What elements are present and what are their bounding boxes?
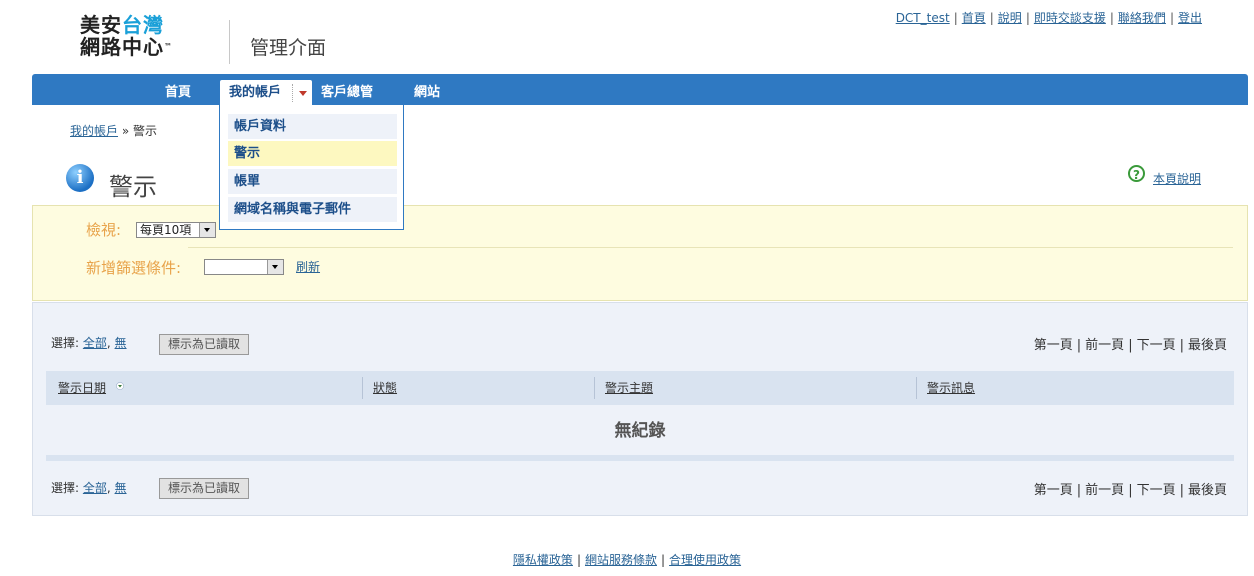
brand-line1-black: 美安 bbox=[80, 13, 122, 37]
alerts-list-panel: 選擇: 全部, 無 標示為已讀取 第一頁 | 前一頁 | 下一頁 | 最後頁 警示日期 狀態… bbox=[32, 302, 1248, 516]
nav-my-account-label: 我的帳戶 bbox=[229, 85, 282, 100]
nav-home[interactable]: 首頁 bbox=[165, 74, 191, 105]
select-all-link[interactable]: 全部 bbox=[83, 481, 107, 495]
brand-logo[interactable]: 美安台灣 網路中心™ bbox=[80, 14, 190, 58]
chevron-down-icon[interactable] bbox=[292, 84, 311, 102]
pager-first[interactable]: 第一頁 bbox=[1034, 483, 1073, 498]
breadcrumb-separator: » bbox=[121, 124, 130, 138]
column-divider bbox=[594, 377, 595, 399]
select-all-link[interactable]: 全部 bbox=[83, 336, 107, 350]
mark-read-button[interactable]: 標示為已讀取 bbox=[159, 478, 249, 499]
header-divider bbox=[229, 20, 230, 64]
logout-link[interactable]: 登出 bbox=[1178, 11, 1202, 25]
footer-links: 隱私權政策 | 網站服務條款 | 合理使用政策 bbox=[512, 553, 742, 567]
column-status[interactable]: 狀態 bbox=[373, 371, 397, 405]
menu-item-billing[interactable]: 帳單 bbox=[228, 169, 397, 194]
pager-next[interactable]: 下一頁 bbox=[1137, 483, 1176, 498]
select-label: 選擇: bbox=[51, 481, 80, 495]
app-title: 管理介面 bbox=[250, 37, 327, 59]
pager-next[interactable]: 下一頁 bbox=[1137, 338, 1176, 353]
table-header: 警示日期 狀態 警示主題 警示訊息 bbox=[46, 371, 1234, 405]
table-footer-bar bbox=[46, 455, 1234, 461]
add-filter-label: 新增篩選條件: bbox=[86, 259, 182, 277]
breadcrumb-current: 警示 bbox=[133, 124, 158, 138]
user-link[interactable]: DCT_test bbox=[896, 11, 950, 25]
items-per-page-select[interactable]: 每頁10項 bbox=[136, 222, 216, 238]
nav-my-account[interactable]: 我的帳戶 bbox=[220, 80, 312, 105]
menu-item-account-info[interactable]: 帳戶資料 bbox=[228, 114, 397, 139]
info-icon: i bbox=[66, 164, 94, 192]
menu-item-alerts[interactable]: 警示 bbox=[228, 141, 397, 166]
refresh-link[interactable]: 刷新 bbox=[296, 258, 320, 275]
pager-bottom: 第一頁 | 前一頁 | 下一頁 | 最後頁 bbox=[1033, 483, 1227, 498]
help-icon[interactable]: ? bbox=[1128, 165, 1145, 182]
pager-first[interactable]: 第一頁 bbox=[1034, 338, 1073, 353]
select-comma: , bbox=[106, 481, 111, 495]
filter-divider bbox=[188, 247, 1233, 248]
chevron-down-icon bbox=[267, 260, 283, 274]
column-divider bbox=[916, 377, 917, 399]
sort-down-icon[interactable] bbox=[116, 382, 124, 390]
contact-link[interactable]: 聯絡我們 bbox=[1118, 11, 1166, 25]
live-chat-link[interactable]: 即時交談支援 bbox=[1034, 11, 1106, 25]
empty-state-message: 無紀錄 bbox=[46, 405, 1234, 457]
breadcrumb-parent-link[interactable]: 我的帳戶 bbox=[70, 124, 118, 138]
column-alert-message[interactable]: 警示訊息 bbox=[927, 371, 975, 405]
top-help-link[interactable]: 說明 bbox=[998, 11, 1022, 25]
my-account-menu: 帳戶資料 警示 帳單 網域名稱與電子郵件 bbox=[219, 105, 404, 230]
menu-item-domains-email[interactable]: 網域名稱與電子郵件 bbox=[228, 197, 397, 222]
column-alert-date[interactable]: 警示日期 bbox=[58, 371, 106, 405]
top-home-link[interactable]: 首頁 bbox=[962, 11, 986, 25]
terms-link[interactable]: 網站服務條款 bbox=[585, 553, 657, 567]
pager-last[interactable]: 最後頁 bbox=[1188, 483, 1227, 498]
select-label: 選擇: bbox=[51, 336, 80, 350]
select-controls-top: 選擇: 全部, 無 bbox=[51, 334, 127, 351]
chevron-down-icon bbox=[199, 223, 215, 237]
pager-prev[interactable]: 前一頁 bbox=[1085, 483, 1124, 498]
view-label: 檢視: bbox=[86, 221, 122, 239]
trademark-mark: ™ bbox=[164, 42, 173, 51]
pager-top: 第一頁 | 前一頁 | 下一頁 | 最後頁 bbox=[1033, 338, 1227, 353]
page-title: 警示 bbox=[109, 173, 157, 201]
select-comma: , bbox=[106, 336, 111, 350]
select-none-link[interactable]: 無 bbox=[115, 336, 127, 350]
brand-line2: 網路中心 bbox=[80, 35, 164, 59]
privacy-link[interactable]: 隱私權政策 bbox=[513, 553, 573, 567]
nav-sites[interactable]: 網站 bbox=[414, 74, 440, 105]
top-links: DCT_test | 首頁 | 說明 | 即時交談支援 | 聯絡我們 | 登出 bbox=[895, 11, 1202, 25]
filter-panel: 檢視: 每頁10項 新增篩選條件: 刷新 bbox=[32, 205, 1248, 301]
column-divider bbox=[362, 377, 363, 399]
select-controls-bottom: 選擇: 全部, 無 bbox=[51, 479, 127, 496]
select-none-link[interactable]: 無 bbox=[115, 481, 127, 495]
nav-customers[interactable]: 客戶總管 bbox=[321, 74, 373, 105]
brand-line1-cyan: 台灣 bbox=[122, 13, 164, 37]
pager-last[interactable]: 最後頁 bbox=[1188, 338, 1227, 353]
add-filter-select[interactable] bbox=[204, 259, 284, 275]
page-help-link[interactable]: 本頁說明 bbox=[1153, 170, 1201, 187]
items-per-page-value: 每頁10項 bbox=[140, 223, 192, 237]
pager-prev[interactable]: 前一頁 bbox=[1085, 338, 1124, 353]
main-nav: 首頁 我的帳戶 客戶總管 網站 bbox=[32, 74, 1248, 105]
mark-read-button[interactable]: 標示為已讀取 bbox=[159, 334, 249, 355]
breadcrumb: 我的帳戶 » 警示 bbox=[70, 122, 157, 139]
column-alert-subject[interactable]: 警示主題 bbox=[605, 371, 653, 405]
acceptable-use-link[interactable]: 合理使用政策 bbox=[669, 553, 741, 567]
